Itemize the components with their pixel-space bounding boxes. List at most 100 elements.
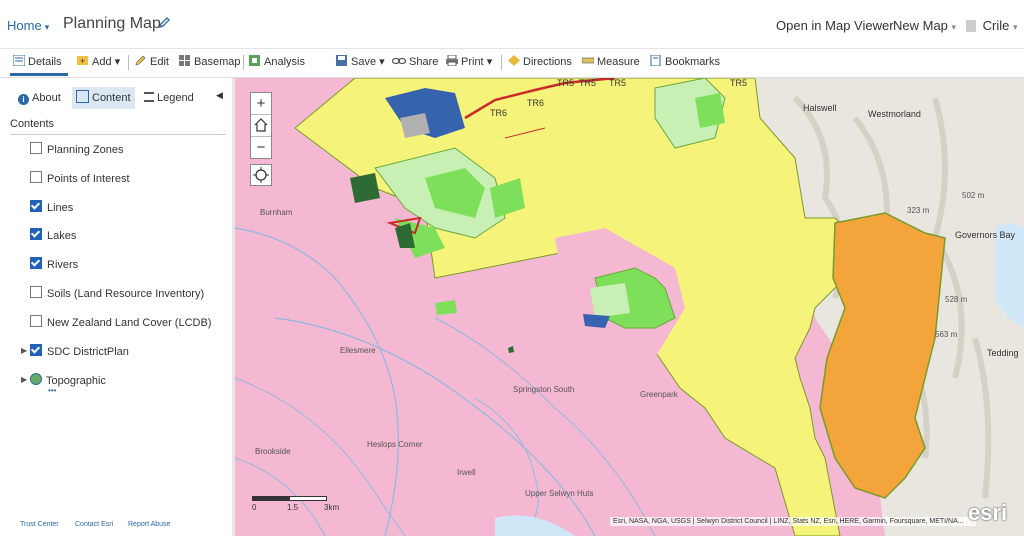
tab-content[interactable]: Content	[72, 87, 135, 109]
add-button[interactable]: + Add ▾	[77, 55, 120, 68]
layer-checkbox[interactable]	[30, 171, 42, 183]
directions-button[interactable]: Directions	[508, 55, 572, 68]
layer-land-cover[interactable]: New Zealand Land Cover (LCDB)	[30, 315, 211, 329]
bookmark-icon	[650, 54, 662, 67]
directions-icon	[508, 55, 520, 66]
expand-triangle-icon[interactable]: ▶	[21, 346, 27, 355]
edit-button[interactable]: Edit	[135, 55, 169, 68]
analysis-button[interactable]: Analysis	[249, 55, 305, 68]
share-button[interactable]: Share	[391, 55, 438, 68]
layer-label: Rivers	[47, 259, 79, 271]
measure-button[interactable]: Measure	[581, 55, 640, 68]
analysis-icon	[249, 55, 261, 66]
printer-icon	[446, 54, 458, 67]
layer-rivers[interactable]: Rivers	[30, 257, 78, 271]
user-menu[interactable]: Crile ▾	[966, 18, 1018, 33]
print-label: Print	[461, 56, 484, 68]
chevron-down-icon: ▾	[951, 22, 957, 32]
layer-checkbox[interactable]	[30, 286, 42, 298]
save-disk-icon	[336, 55, 348, 66]
elevation-label: 563 m	[935, 330, 958, 339]
elevation-label: 502 m	[962, 191, 985, 200]
place-label: Halswell	[803, 103, 837, 113]
residential-zone-light	[590, 283, 630, 318]
layer-sdc-districtplan[interactable]: SDC DistrictPlan	[30, 344, 129, 358]
chevron-down-icon: ▾	[486, 56, 493, 68]
place-label: Greenpark	[640, 390, 678, 399]
content-list-icon	[76, 90, 89, 103]
layer-lines[interactable]: Lines	[30, 200, 73, 214]
map-attribution: Esri, NASA, NGA, USGS | Selwyn District …	[610, 517, 976, 526]
place-label: Upper Selwyn Huts	[525, 489, 594, 498]
layer-checkbox[interactable]	[30, 344, 42, 356]
layer-checkbox[interactable]	[30, 142, 42, 154]
locate-button[interactable]	[250, 164, 272, 186]
analysis-label: Analysis	[264, 56, 305, 68]
layer-lakes[interactable]: Lakes	[30, 228, 76, 242]
trust-center-link[interactable]: Trust Center	[20, 521, 59, 528]
chevron-down-icon: ▾	[1012, 22, 1018, 32]
home-icon	[254, 118, 268, 132]
basemap-button[interactable]: Basemap	[179, 55, 240, 68]
layer-checkbox[interactable]	[30, 257, 42, 269]
new-map-menu[interactable]: New Map ▾	[893, 18, 956, 33]
open-in-map-viewer-link[interactable]: Open in Map Viewer	[776, 18, 894, 33]
user-avatar-icon	[966, 20, 976, 32]
layer-label: New Zealand Land Cover (LCDB)	[47, 317, 212, 329]
layer-checkbox[interactable]	[30, 228, 42, 240]
layer-label: Planning Zones	[47, 144, 124, 156]
home-menu[interactable]: Home ▾	[7, 18, 49, 33]
pencil-icon[interactable]	[158, 16, 171, 32]
scale-label: 3km	[324, 503, 340, 512]
tab-legend-label: Legend	[157, 92, 194, 104]
layer-label: Lakes	[47, 230, 77, 242]
more-options-button[interactable]: •••	[48, 386, 56, 395]
home-label: Home	[7, 18, 42, 33]
edit-label: Edit	[150, 56, 169, 68]
place-label: Burnham	[260, 208, 293, 217]
layer-points-of-interest[interactable]: Points of Interest	[30, 171, 130, 185]
green-zone	[695, 93, 725, 128]
details-panel: i About Content Legend ◀ Contents Plannin…	[0, 78, 234, 536]
info-icon: i	[18, 94, 29, 105]
report-abuse-link[interactable]: Report Abuse	[128, 521, 170, 528]
layer-checkbox[interactable]	[30, 200, 42, 212]
dark-green-zone	[350, 173, 380, 203]
layer-checkbox[interactable]	[30, 315, 42, 327]
layer-soils[interactable]: Soils (Land Resource Inventory)	[30, 286, 204, 300]
place-label: Irwell	[457, 468, 476, 477]
pencil-icon	[135, 55, 147, 66]
expand-triangle-icon[interactable]: ▶	[21, 375, 27, 384]
tab-about[interactable]: i About	[14, 87, 65, 109]
elevation-label: 323 m	[907, 206, 930, 215]
tab-about-label: About	[32, 92, 61, 104]
road-label: TR6	[490, 108, 508, 118]
basemap-grid-icon	[179, 55, 191, 66]
home-extent-button[interactable]	[251, 115, 271, 137]
contact-esri-link[interactable]: Contact Esri	[75, 521, 113, 528]
zoom-out-button[interactable]: −	[251, 137, 271, 158]
layer-label: Points of Interest	[47, 173, 130, 185]
share-link-icon	[391, 55, 407, 66]
layer-planning-zones[interactable]: Planning Zones	[30, 142, 123, 156]
save-button[interactable]: Save ▾	[336, 55, 385, 68]
zoom-in-button[interactable]: +	[251, 93, 271, 115]
place-label: Tedding	[987, 348, 1019, 358]
print-button[interactable]: Print ▾	[446, 54, 493, 68]
add-icon: +	[77, 55, 89, 66]
details-button[interactable]: Details	[12, 54, 62, 68]
bookmarks-button[interactable]: Bookmarks	[650, 54, 720, 68]
layer-topographic[interactable]: Topographic	[30, 373, 106, 387]
locate-crosshair-icon	[253, 167, 269, 183]
road-label: TR5	[730, 78, 748, 88]
legend-icon	[144, 92, 154, 102]
divider	[10, 134, 226, 135]
map-view[interactable]: TR5 TR5 TR5 TR5 TR6 TR6 Halswell Westmor…	[235, 78, 1024, 536]
map-canvas[interactable]	[235, 78, 1024, 536]
details-label: Details	[28, 56, 62, 68]
collapse-panel-button[interactable]: ◀	[216, 90, 223, 101]
map-title: Planning Map	[63, 15, 161, 32]
chevron-down-icon: ▾	[44, 22, 50, 32]
tab-legend[interactable]: Legend	[140, 87, 198, 109]
layer-label: SDC DistrictPlan	[47, 346, 129, 358]
